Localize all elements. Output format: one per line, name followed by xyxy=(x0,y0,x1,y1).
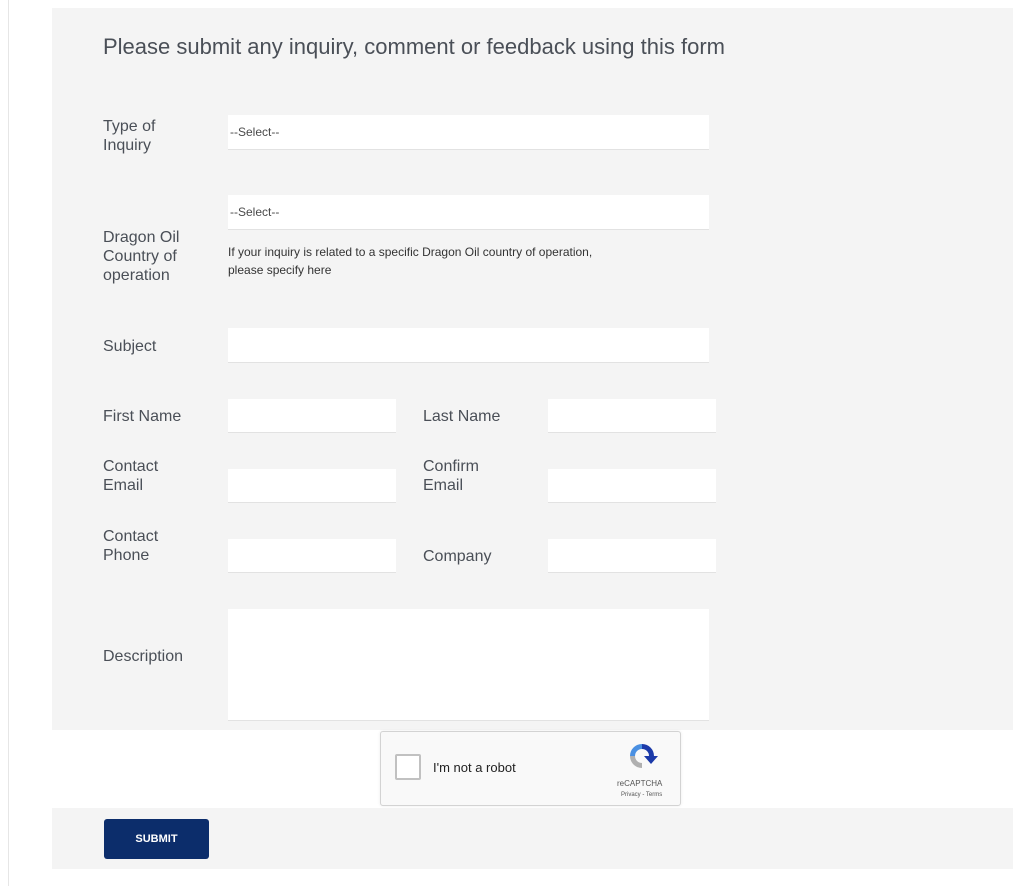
country-hint: If your inquiry is related to a specific… xyxy=(228,245,593,277)
subject-label: Subject xyxy=(103,338,157,355)
form-heading: Please submit any inquiry, comment or fe… xyxy=(103,34,725,59)
description-label: Description xyxy=(103,648,184,665)
company-label: Company xyxy=(423,548,492,565)
first-name-input[interactable] xyxy=(228,399,396,433)
last-name-label: Last Name xyxy=(423,408,501,425)
contact-email-label: Contact Email xyxy=(103,458,159,494)
page-left-border xyxy=(8,0,9,886)
recaptcha-privacy-terms-links[interactable]: Privacy - Terms xyxy=(621,792,662,798)
recaptcha-brand: reCAPTCHA xyxy=(617,779,663,788)
recaptcha-checkbox[interactable] xyxy=(395,754,421,780)
description-textarea[interactable] xyxy=(228,609,709,721)
type-of-inquiry-label: Type of Inquiry xyxy=(103,118,156,154)
type-of-inquiry-selected: --Select-- xyxy=(230,125,280,139)
country-of-operation-label: Dragon Oil Country of operation xyxy=(103,229,180,284)
type-of-inquiry-select[interactable]: --Select-- xyxy=(228,115,709,150)
confirm-email-label: Confirm Email xyxy=(423,458,480,494)
last-name-input[interactable] xyxy=(548,399,716,433)
recaptcha-widget: I'm not a robot reCAPTCHA Privacy - Term… xyxy=(380,731,681,806)
subject-input[interactable] xyxy=(228,328,709,363)
recaptcha-logo-icon xyxy=(630,744,658,768)
company-input[interactable] xyxy=(548,539,716,573)
submit-button[interactable]: SUBMIT xyxy=(104,819,209,859)
country-selected: --Select-- xyxy=(230,205,280,219)
recaptcha-label: I'm not a robot xyxy=(433,760,516,775)
contact-phone-input[interactable] xyxy=(228,539,396,573)
first-name-label: First Name xyxy=(103,408,182,425)
country-of-operation-select[interactable]: --Select-- xyxy=(228,195,709,230)
confirm-email-input[interactable] xyxy=(548,469,716,503)
contact-email-input[interactable] xyxy=(228,469,396,503)
contact-phone-label: Contact Phone xyxy=(103,528,159,564)
